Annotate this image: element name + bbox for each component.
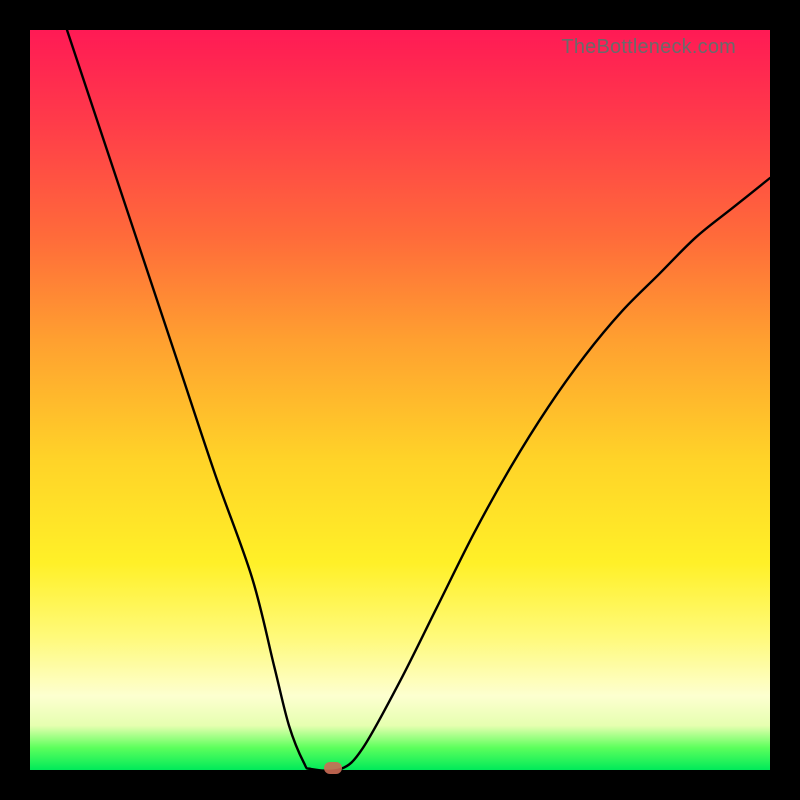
plot-area: TheBottleneck.com: [30, 30, 770, 770]
bottleneck-curve: [30, 30, 770, 770]
minimum-marker: [324, 762, 342, 774]
chart-frame: TheBottleneck.com: [0, 0, 800, 800]
